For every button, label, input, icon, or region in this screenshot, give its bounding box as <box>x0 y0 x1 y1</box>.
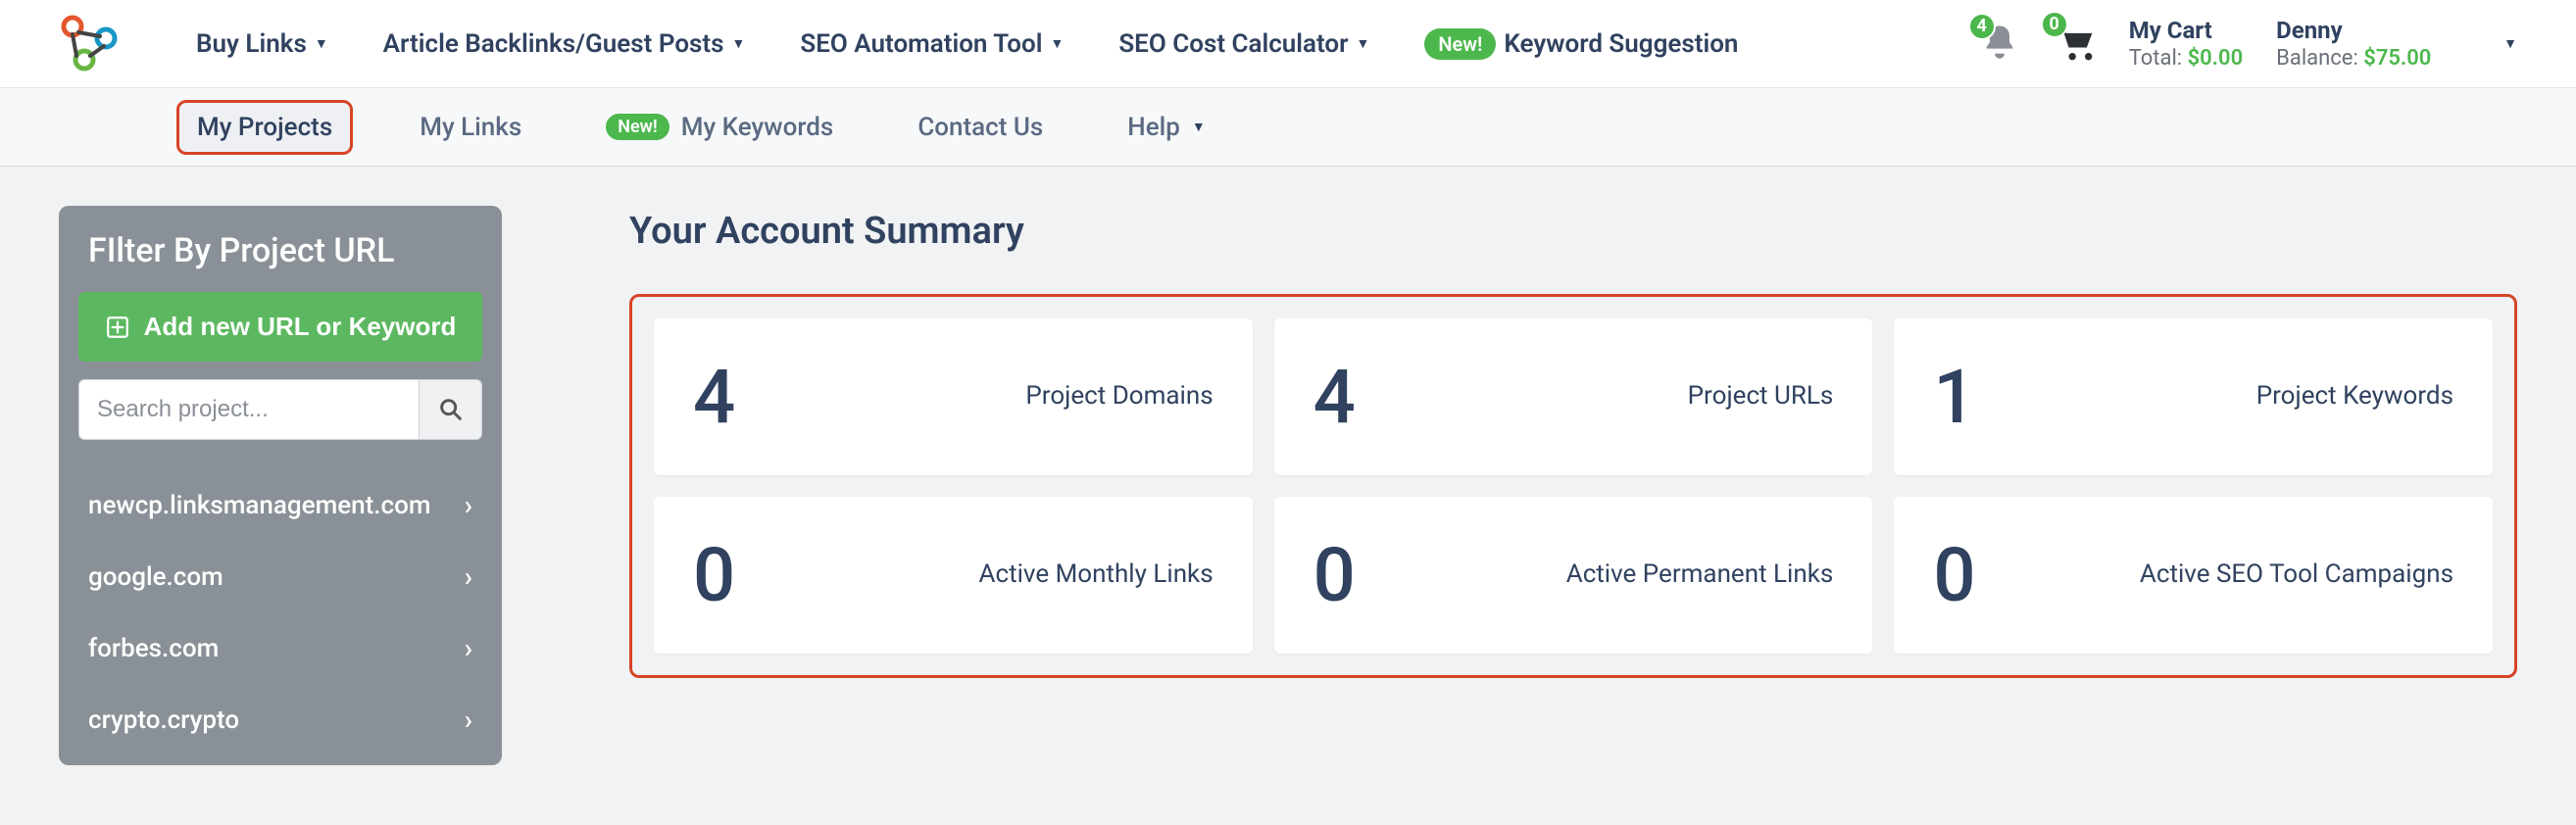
add-url-button[interactable]: Add new URL or Keyword <box>78 292 482 362</box>
project-item[interactable]: google.com › <box>59 541 502 612</box>
nav-article-backlinks[interactable]: Article Backlinks/Guest Posts ▼ <box>383 29 746 59</box>
sidebar-title: FIlter By Project URL <box>59 206 502 292</box>
cart-button[interactable]: 0 <box>2053 21 2096 68</box>
sidebar-filter: FIlter By Project URL Add new URL or Key… <box>59 206 502 765</box>
new-badge: New! <box>1424 28 1496 60</box>
nav-label: SEO Automation Tool <box>800 29 1042 59</box>
sub-nav: My Projects My Links New! My Keywords Co… <box>0 88 2576 167</box>
stat-label: Project Domains <box>1025 380 1213 413</box>
caret-down-icon: ▼ <box>732 35 746 52</box>
project-name: newcp.linksmanagement.com <box>88 491 431 520</box>
balance-label: Balance: <box>2276 46 2358 71</box>
stat-card-seo-campaigns[interactable]: 0 Active SEO Tool Campaigns <box>1894 497 2493 654</box>
plus-icon <box>105 315 130 340</box>
search-input[interactable] <box>79 380 419 439</box>
project-list: newcp.linksmanagement.com › google.com ›… <box>59 469 502 755</box>
chevron-right-icon: › <box>465 704 472 736</box>
tab-my-keywords[interactable]: New! My Keywords <box>588 103 851 152</box>
new-badge: New! <box>606 114 669 140</box>
stat-value: 1 <box>1933 353 1975 441</box>
tab-label: Help <box>1127 113 1180 142</box>
stat-card-project-urls[interactable]: 4 Project URLs <box>1274 318 1873 475</box>
logo[interactable] <box>59 15 127 73</box>
stat-card-permanent-links[interactable]: 0 Active Permanent Links <box>1274 497 1873 654</box>
tab-label: My Keywords <box>681 113 834 142</box>
balance-value: $75.00 <box>2363 46 2431 71</box>
caret-down-icon[interactable]: ▼ <box>2503 35 2517 52</box>
nav-label: SEO Cost Calculator <box>1118 29 1348 59</box>
cart-count: 0 <box>2041 11 2068 38</box>
chevron-right-icon: › <box>465 632 472 664</box>
nav-keyword-suggestion[interactable]: New! Keyword Suggestion <box>1424 28 1738 60</box>
tab-my-projects[interactable]: My Projects <box>176 100 353 155</box>
stats-frame: 4 Project Domains 4 Project URLs 1 Proje… <box>629 294 2517 678</box>
chevron-right-icon: › <box>465 489 472 521</box>
nav-label: Buy Links <box>196 29 307 59</box>
search-icon <box>437 396 465 423</box>
tab-label: My Links <box>420 113 521 142</box>
top-nav: Buy Links ▼ Article Backlinks/Guest Post… <box>196 28 1941 60</box>
tab-label: My Projects <box>197 113 332 142</box>
stats-grid: 4 Project Domains 4 Project URLs 1 Proje… <box>654 318 2493 654</box>
tab-help[interactable]: Help ▼ <box>1110 103 1222 152</box>
stat-value: 4 <box>1313 353 1356 441</box>
nav-buy-links[interactable]: Buy Links ▼ <box>196 29 328 59</box>
project-name: crypto.crypto <box>88 705 239 735</box>
search-button[interactable] <box>419 380 481 439</box>
nav-label: Keyword Suggestion <box>1504 29 1738 59</box>
cart-total-value: $0.00 <box>2188 46 2244 71</box>
stat-value: 0 <box>1313 531 1356 619</box>
stat-value: 0 <box>1933 531 1975 619</box>
user-summary[interactable]: Denny Balance: $75.00 <box>2276 16 2452 73</box>
nav-label: Article Backlinks/Guest Posts <box>383 29 724 59</box>
caret-down-icon: ▼ <box>1050 35 1064 52</box>
stat-label: Project URLs <box>1688 380 1834 413</box>
stat-value: 4 <box>693 353 735 441</box>
content: Your Account Summary 4 Project Domains 4… <box>629 206 2517 678</box>
tab-label: Contact Us <box>917 113 1043 142</box>
project-name: forbes.com <box>88 634 219 663</box>
project-item[interactable]: newcp.linksmanagement.com › <box>59 469 502 541</box>
stat-label: Active SEO Tool Campaigns <box>2140 558 2453 592</box>
stat-label: Active Permanent Links <box>1566 558 1834 592</box>
user-name: Denny <box>2276 16 2343 45</box>
caret-down-icon: ▼ <box>315 35 328 52</box>
stat-card-monthly-links[interactable]: 0 Active Monthly Links <box>654 497 1253 654</box>
stat-value: 0 <box>693 531 735 619</box>
project-item[interactable]: crypto.crypto › <box>59 684 502 755</box>
stat-label: Project Keywords <box>2256 380 2453 413</box>
notifications-button[interactable]: 4 <box>1980 23 2019 66</box>
caret-down-icon: ▼ <box>1192 119 1206 135</box>
cart-summary[interactable]: My Cart Total: $0.00 <box>2129 16 2243 73</box>
search-row <box>78 379 482 440</box>
cart-total-label: Total: <box>2129 46 2182 71</box>
stat-card-project-domains[interactable]: 4 Project Domains <box>654 318 1253 475</box>
project-item[interactable]: forbes.com › <box>59 612 502 684</box>
add-button-label: Add new URL or Keyword <box>144 312 457 342</box>
page-title: Your Account Summary <box>629 210 2517 253</box>
header-right: 4 0 My Cart Total: $0.00 Denny Balance: … <box>1980 16 2517 73</box>
tab-contact-us[interactable]: Contact Us <box>900 103 1061 152</box>
chevron-right-icon: › <box>465 560 472 593</box>
stat-card-project-keywords[interactable]: 1 Project Keywords <box>1894 318 2493 475</box>
notifications-count: 4 <box>1968 13 1996 40</box>
project-name: google.com <box>88 562 223 592</box>
nav-seo-cost-calculator[interactable]: SEO Cost Calculator ▼ <box>1118 29 1369 59</box>
tab-my-links[interactable]: My Links <box>402 103 539 152</box>
nav-seo-automation[interactable]: SEO Automation Tool ▼ <box>800 29 1064 59</box>
caret-down-icon: ▼ <box>1357 35 1370 52</box>
stat-label: Active Monthly Links <box>979 558 1214 592</box>
cart-title: My Cart <box>2129 16 2212 45</box>
